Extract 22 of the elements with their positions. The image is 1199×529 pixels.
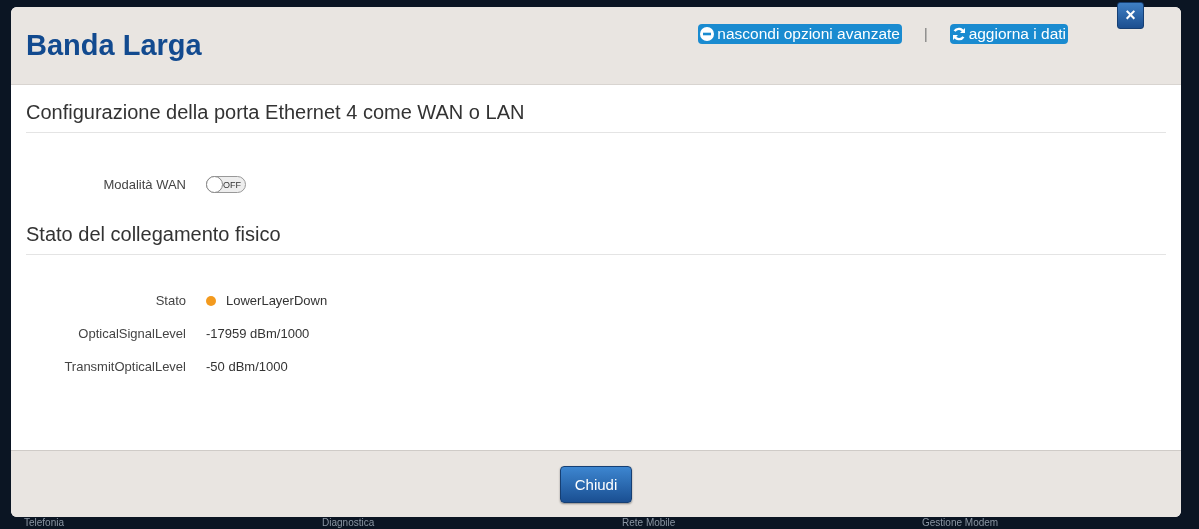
section-title: Configurazione della porta Ethernet 4 come WAN o LAN xyxy=(26,85,1166,133)
toggle-switch[interactable]: OFF xyxy=(206,176,246,193)
menu-item[interactable]: Rete Mobile xyxy=(622,517,676,529)
hide-options-link[interactable]: nascondi opzioni avanzate xyxy=(698,24,902,44)
field-label: Stato xyxy=(154,293,186,308)
close-button[interactable]: × xyxy=(1117,2,1144,29)
menu-item[interactable]: Diagnostica xyxy=(322,517,375,529)
field-label: TransmitOpticalLevel xyxy=(63,359,186,374)
field-value: -50 dBm/1000 xyxy=(206,359,288,374)
menu-item[interactable]: Telefonia xyxy=(24,517,65,529)
link-separator: | xyxy=(924,26,928,42)
dialog-title: Banda Larga xyxy=(26,29,202,62)
close-dialog-button[interactable]: Chiudi xyxy=(559,465,633,503)
field-label: Modalità WAN xyxy=(102,177,186,192)
field-value: LowerLayerDown xyxy=(226,293,328,308)
minus-circle-icon xyxy=(700,27,715,41)
field-label: OpticalSignalLevel xyxy=(77,326,186,341)
section-title: Stato del collegamento fisico xyxy=(26,207,1166,255)
menu-item[interactable]: Gestione Modem xyxy=(922,517,999,529)
field-value: -17959 dBm/1000 xyxy=(206,326,310,341)
refresh-link[interactable]: aggiorna i dati xyxy=(949,24,1068,44)
refresh-icon xyxy=(951,27,966,41)
